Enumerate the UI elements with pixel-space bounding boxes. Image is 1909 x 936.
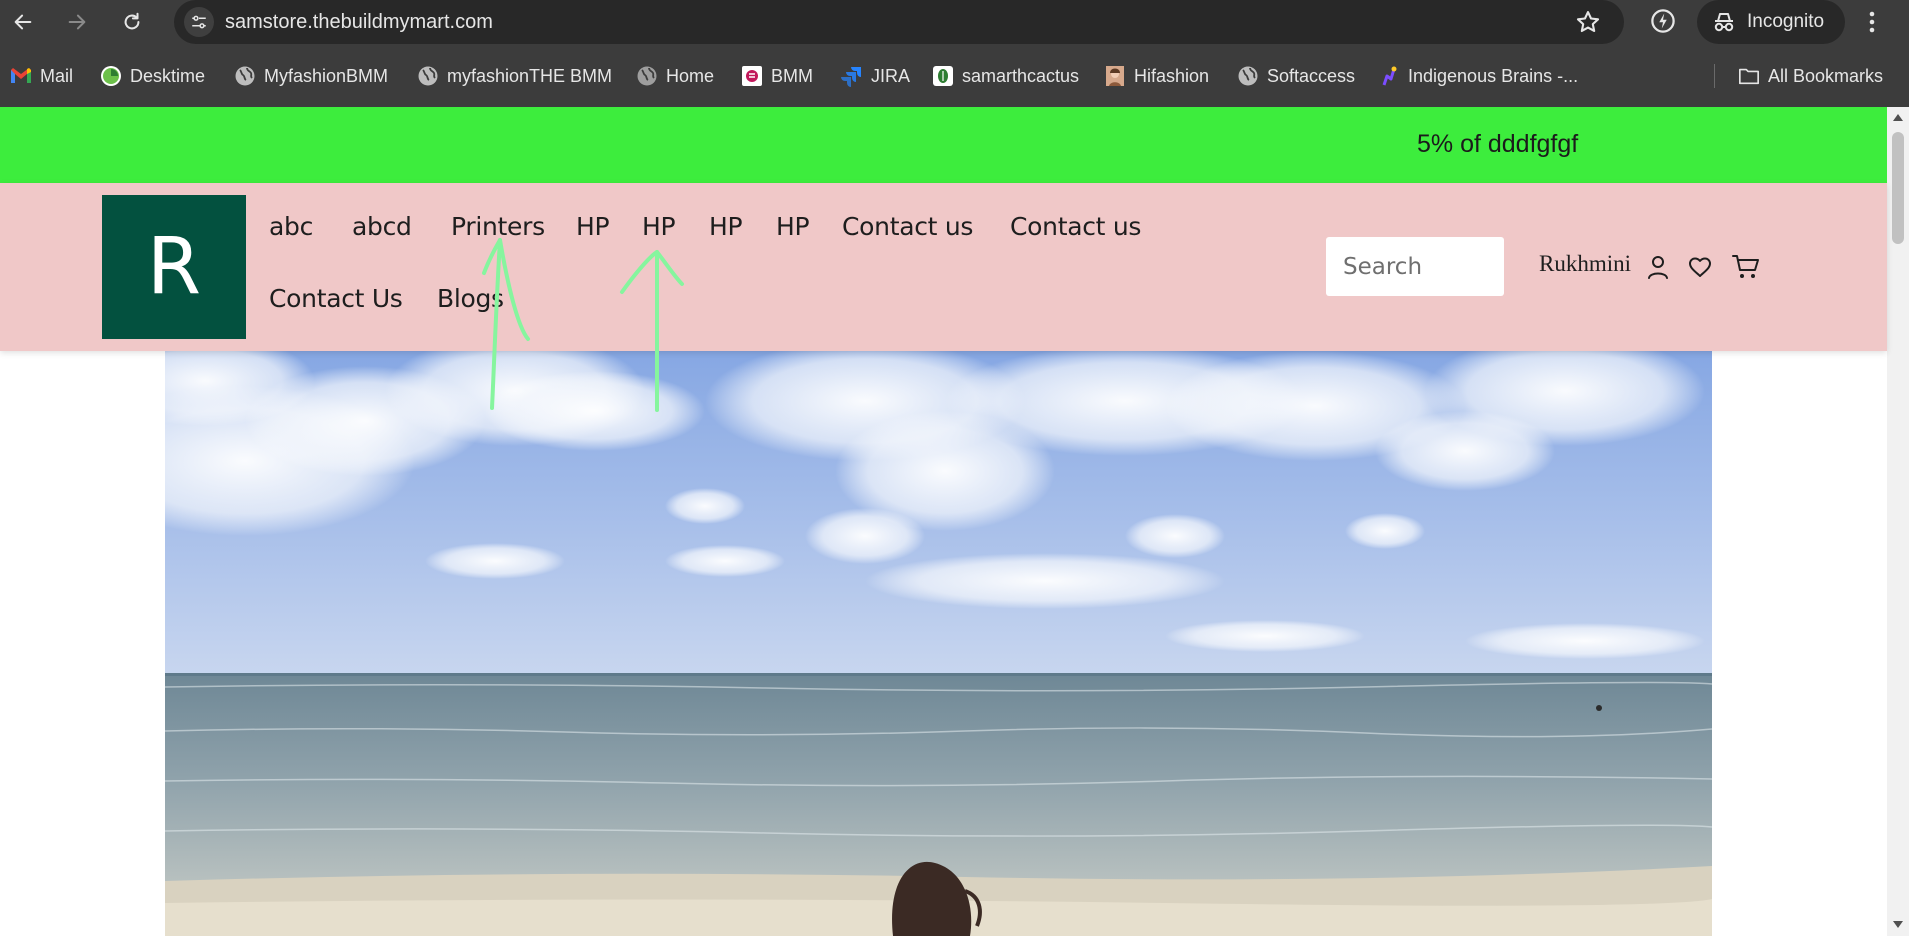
user-name[interactable]: Rukhmini [1539, 251, 1631, 277]
nav-link-hp-2[interactable]: HP [642, 212, 676, 241]
brain-icon [1378, 65, 1400, 87]
site-settings-button[interactable] [184, 7, 214, 37]
search-input[interactable] [1326, 237, 1504, 296]
bookmark-label: Home [666, 65, 715, 86]
nav-link-contact-us-2[interactable]: Contact us [1010, 212, 1141, 241]
incognito-badge[interactable]: Incognito [1697, 0, 1845, 44]
nav-link-contact-us-3[interactable]: Contact Us [269, 284, 403, 313]
folder-icon [1738, 65, 1760, 87]
bookmark-label: Mail [40, 65, 74, 86]
bookmark-label: Desktime [130, 65, 206, 86]
heart-icon [1689, 257, 1711, 277]
bookmarks-divider [1714, 64, 1715, 88]
bookmark-softaccess[interactable]: Softaccess [1237, 62, 1355, 90]
address-bar[interactable]: samstore.thebuildmymart.com [174, 0, 1624, 44]
page-scrollbar[interactable] [1887, 107, 1909, 936]
all-bookmarks-label: All Bookmarks [1768, 65, 1884, 86]
site-header: R abc abcd Printers HP HP HP HP Contact … [0, 183, 1887, 351]
bookmarks-bar: Mail Desktime MyfashionBMM myfashionTHE … [0, 44, 1909, 107]
cart-icon [1732, 255, 1759, 278]
jira-icon [841, 65, 863, 87]
bookmark-myfashionthebmm[interactable]: myfashionTHE BMM [417, 62, 612, 90]
bookmark-label: MyfashionBMM [264, 65, 389, 86]
nav-link-hp-1[interactable]: HP [576, 212, 610, 241]
nav-link-abcd[interactable]: abcd [352, 212, 412, 241]
browser-menu-button[interactable] [1866, 6, 1878, 43]
triangle-up-icon [1893, 113, 1903, 121]
site-logo[interactable]: R [102, 195, 246, 339]
scrollbar-thumb[interactable] [1892, 132, 1904, 244]
wishlist-button[interactable] [1685, 252, 1715, 282]
globe-icon [417, 65, 439, 87]
triangle-down-icon [1893, 920, 1903, 928]
gmail-icon [10, 65, 32, 87]
bookmark-star-button[interactable] [1574, 8, 1602, 41]
nav-link-hp-4[interactable]: HP [776, 212, 810, 241]
all-bookmarks-button[interactable]: All Bookmarks [1738, 62, 1883, 90]
performance-extension-button[interactable] [1648, 6, 1678, 41]
bookmark-label: myfashionTHE BMM [447, 65, 613, 86]
tune-icon [192, 15, 206, 29]
reload-button[interactable] [116, 6, 148, 38]
logo-letter: R [146, 222, 202, 312]
announcement-text: 5% of dddfgfgf [1417, 130, 1579, 158]
kebab-menu-icon [1869, 11, 1875, 33]
nav-link-blogs[interactable]: Blogs [437, 284, 504, 313]
nav-link-printers[interactable]: Printers [451, 212, 545, 241]
bmm-icon [741, 65, 763, 87]
browser-toolbar: samstore.thebuildmymart.com Incognito [0, 0, 1909, 44]
page-viewport: 5% of dddfgfgf R abc abcd Printers HP HP… [0, 107, 1909, 936]
star-icon [1576, 11, 1600, 33]
incognito-label: Incognito [1747, 11, 1825, 32]
bookmark-myfashionbmm[interactable]: MyfashionBMM [234, 62, 388, 90]
bookmark-desktime[interactable]: Desktime [100, 62, 205, 90]
scroll-down-arrow[interactable] [1892, 919, 1904, 929]
bookmark-label: Softaccess [1267, 65, 1356, 86]
announcement-bar: 5% of dddfgfgf [0, 107, 1887, 183]
bookmark-jira[interactable]: JIRA [841, 62, 910, 90]
arrow-left-icon [14, 14, 32, 30]
desktime-icon [100, 65, 122, 87]
bookmark-label: Hifashion [1134, 65, 1210, 86]
bookmark-bmm[interactable]: BMM [741, 62, 813, 90]
nav-link-hp-3[interactable]: HP [709, 212, 743, 241]
bookmark-hifashion[interactable]: Hifashion [1104, 62, 1209, 90]
bookmark-label: samarthcactus [962, 65, 1080, 86]
user-icon [1648, 256, 1668, 279]
bookmark-samarthcactus[interactable]: samarthcactus [932, 62, 1079, 90]
bookmark-indigenous-brains[interactable]: Indigenous Brains -... [1378, 62, 1578, 90]
url-text[interactable]: samstore.thebuildmymart.com [225, 11, 493, 34]
nav-link-contact-us-1[interactable]: Contact us [842, 212, 973, 241]
bookmark-home[interactable]: Home [636, 62, 714, 90]
globe-icon [1237, 65, 1259, 87]
cactus-icon [932, 65, 954, 87]
bookmark-mail[interactable]: Mail [10, 62, 73, 90]
bookmark-label: JIRA [871, 65, 911, 86]
reload-icon [124, 12, 140, 30]
portrait-icon [1104, 65, 1126, 87]
bolt-circle-icon [1651, 9, 1675, 33]
nav-link-abc[interactable]: abc [269, 212, 313, 241]
hero-banner-image [165, 351, 1712, 936]
forward-button[interactable] [61, 6, 93, 38]
bookmark-label: Indigenous Brains -... [1408, 65, 1579, 86]
bookmark-label: BMM [771, 65, 813, 86]
back-button[interactable] [7, 6, 39, 38]
globe-icon [636, 65, 658, 87]
globe-icon [234, 65, 256, 87]
arrow-right-icon [68, 14, 86, 30]
scroll-up-arrow[interactable] [1892, 112, 1904, 122]
incognito-icon [1714, 13, 1734, 32]
cart-button[interactable] [1731, 252, 1761, 282]
account-button[interactable] [1643, 252, 1673, 282]
